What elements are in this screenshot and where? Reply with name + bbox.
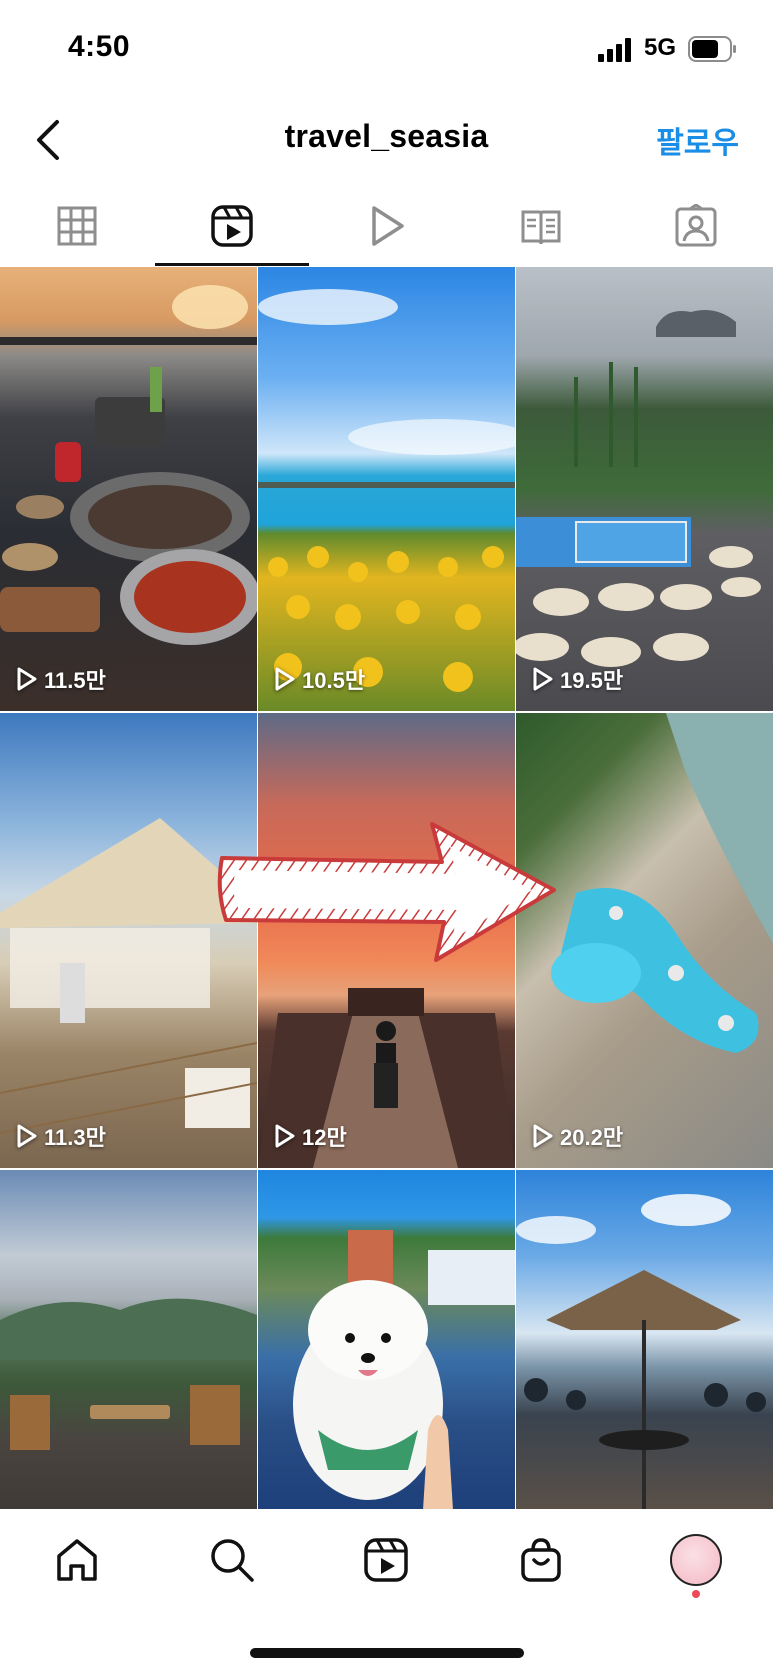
notification-dot bbox=[691, 1590, 700, 1598]
grid-icon bbox=[57, 206, 97, 246]
shop-icon bbox=[521, 1538, 561, 1582]
view-count-text: 11.3만 bbox=[44, 1125, 106, 1150]
view-count-text: 10.5만 bbox=[302, 668, 366, 693]
reel-thumbnail[interactable]: 11.3만 bbox=[0, 713, 257, 1168]
play-icon bbox=[372, 206, 405, 246]
tab-tagged[interactable] bbox=[618, 186, 773, 266]
view-count-text: 11.5만 bbox=[44, 668, 106, 693]
reel-thumbnail[interactable] bbox=[0, 1170, 257, 1509]
tab-posts[interactable] bbox=[0, 186, 155, 266]
profile-avatar bbox=[669, 1534, 722, 1586]
home-indicator bbox=[250, 1648, 524, 1658]
reels-icon bbox=[364, 1538, 409, 1582]
reel-image-detail bbox=[0, 818, 257, 1134]
view-count: 19.5만 bbox=[532, 663, 623, 695]
reel-image-detail bbox=[258, 289, 515, 692]
reel-image-detail bbox=[516, 1194, 766, 1509]
search-icon bbox=[211, 1539, 254, 1582]
reel-thumbnail[interactable]: 10.5만 bbox=[258, 267, 515, 711]
follow-button[interactable]: 팔로우 bbox=[656, 118, 739, 162]
nav-shop[interactable] bbox=[464, 1510, 619, 1610]
profile-tabs bbox=[0, 186, 773, 266]
tab-guides[interactable] bbox=[464, 186, 619, 266]
reel-thumbnail[interactable]: 19.5만 bbox=[516, 267, 773, 711]
reel-thumbnail[interactable]: 11.5만 bbox=[0, 267, 257, 711]
view-count: 20.2만 bbox=[532, 1120, 623, 1152]
view-count: 12만 bbox=[274, 1120, 347, 1152]
reel-image-detail bbox=[0, 285, 257, 645]
nav-home[interactable] bbox=[0, 1510, 155, 1610]
view-count: 10.5만 bbox=[274, 663, 365, 695]
reel-thumbnail[interactable] bbox=[516, 1170, 773, 1509]
reels-icon bbox=[211, 205, 253, 247]
guide-icon bbox=[521, 210, 561, 245]
home-icon bbox=[57, 1539, 98, 1581]
view-count-text: 20.2만 bbox=[560, 1125, 624, 1150]
profile-header: travel_seasia 팔로우 bbox=[0, 96, 773, 184]
play-icon bbox=[17, 667, 37, 691]
reel-thumbnail[interactable] bbox=[258, 1170, 515, 1509]
reel-image-detail bbox=[258, 988, 515, 1168]
reel-image-detail bbox=[516, 309, 761, 667]
nav-profile[interactable] bbox=[618, 1510, 773, 1610]
bottom-navigation bbox=[0, 1510, 773, 1610]
view-count-text: 12만 bbox=[302, 1125, 347, 1150]
reel-thumbnail[interactable]: 12만 bbox=[258, 713, 515, 1168]
reel-image-detail bbox=[0, 1298, 257, 1450]
status-time: 4:50 bbox=[68, 30, 131, 63]
play-icon bbox=[275, 1124, 295, 1148]
play-icon bbox=[533, 1124, 553, 1148]
nav-reels[interactable] bbox=[309, 1510, 464, 1610]
signal-icon bbox=[598, 38, 631, 62]
play-icon bbox=[17, 1124, 37, 1148]
reel-image-detail bbox=[551, 713, 773, 1053]
play-icon bbox=[275, 667, 295, 691]
reel-image-detail bbox=[293, 1230, 515, 1509]
tagged-icon bbox=[675, 204, 717, 247]
reels-grid: 11.5만 10.5만 19.5만 11.3만 12만 20.2만 bbox=[0, 267, 773, 1509]
network-label: 5G bbox=[644, 34, 677, 61]
reel-thumbnail[interactable]: 20.2만 bbox=[516, 713, 773, 1168]
tab-reels[interactable] bbox=[154, 186, 310, 266]
battery-icon bbox=[688, 36, 736, 62]
view-count-text: 19.5만 bbox=[560, 668, 624, 693]
view-count: 11.3만 bbox=[16, 1120, 106, 1152]
play-icon bbox=[533, 667, 553, 691]
tab-videos[interactable] bbox=[309, 186, 464, 266]
status-bar: 4:50 5G bbox=[0, 0, 773, 96]
nav-search[interactable] bbox=[155, 1510, 310, 1610]
view-count: 11.5만 bbox=[16, 663, 106, 695]
